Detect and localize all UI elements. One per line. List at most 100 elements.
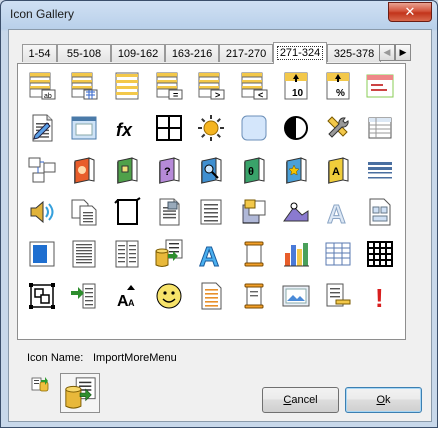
window-frame-icon[interactable] bbox=[66, 110, 102, 146]
wordart-blue-icon[interactable]: A bbox=[193, 236, 229, 272]
icon-name-value: ImportMoreMenu bbox=[93, 352, 177, 364]
page-corner-icon[interactable] bbox=[109, 194, 145, 230]
import-arrow-icon[interactable] bbox=[66, 278, 102, 314]
table-grid-blue-icon[interactable] bbox=[320, 236, 356, 272]
svg-text:!: ! bbox=[375, 283, 384, 311]
tab-label: 1-54 bbox=[28, 48, 51, 60]
table-grid-icon[interactable] bbox=[66, 68, 102, 104]
svg-text:A: A bbox=[332, 166, 340, 178]
book-face-icon[interactable] bbox=[66, 152, 102, 188]
bar-chart-icon[interactable] bbox=[278, 236, 314, 272]
chart-triangle-icon[interactable] bbox=[278, 194, 314, 230]
svg-text:ab: ab bbox=[44, 93, 52, 100]
report-page-icon[interactable] bbox=[66, 236, 102, 272]
grid-four-icon[interactable] bbox=[151, 110, 187, 146]
table-ab-icon[interactable]: ab bbox=[24, 68, 60, 104]
svg-text:fx: fx bbox=[116, 120, 133, 140]
table-less-icon[interactable]: < bbox=[236, 68, 272, 104]
window-title: Icon Gallery bbox=[10, 7, 75, 21]
svg-text:<: < bbox=[258, 90, 263, 100]
tab-label: 55-108 bbox=[66, 48, 102, 60]
group-objects-icon[interactable] bbox=[24, 278, 60, 314]
tab-325-378[interactable]: 325-378 bbox=[327, 44, 381, 62]
svg-text:A: A bbox=[199, 241, 219, 269]
close-button[interactable]: ✕ bbox=[388, 2, 432, 22]
picture-frame-icon[interactable] bbox=[278, 278, 314, 314]
import-more-menu-icon[interactable] bbox=[151, 236, 187, 272]
svg-text:>: > bbox=[215, 90, 220, 100]
cancel-rest: ancel bbox=[291, 394, 318, 406]
tab-163-216[interactable]: 163-216 bbox=[165, 44, 219, 62]
copy-documents-icon[interactable] bbox=[66, 194, 102, 230]
title-bar[interactable]: Icon Gallery ✕ bbox=[1, 1, 437, 28]
tab-label: 325-378 bbox=[333, 48, 375, 60]
tab-label: 109-162 bbox=[117, 48, 159, 60]
tab-label: 163-216 bbox=[171, 48, 213, 60]
rounded-square-icon[interactable] bbox=[236, 110, 272, 146]
tab-1-54[interactable]: 1-54 bbox=[22, 44, 57, 62]
report-columns-icon[interactable] bbox=[109, 236, 145, 272]
scroll-orange-icon[interactable] bbox=[236, 278, 272, 314]
icon-name-label: Icon Name: bbox=[27, 352, 84, 364]
tab-label: 271-324 bbox=[276, 46, 324, 60]
svg-text:A: A bbox=[128, 298, 135, 308]
book-theta-icon[interactable]: θ bbox=[236, 152, 272, 188]
database-diagram-icon[interactable] bbox=[24, 152, 60, 188]
tools-icon[interactable] bbox=[320, 110, 356, 146]
svg-text:=: = bbox=[173, 90, 178, 100]
lines-icon[interactable] bbox=[362, 152, 398, 188]
table-grid-dark-icon[interactable] bbox=[362, 236, 398, 272]
exclamation-icon[interactable]: ! bbox=[362, 278, 398, 314]
ok-rest: k bbox=[385, 394, 391, 406]
tab-217-270[interactable]: 217-270 bbox=[219, 44, 273, 62]
page-image-icon[interactable] bbox=[151, 194, 187, 230]
svg-text:A: A bbox=[327, 199, 346, 227]
tab-strip: 1-54 55-108 109-162 163-216 217-270 271-324 32… bbox=[22, 42, 411, 64]
icon-gallery-window: Icon Gallery ✕ 1-54 55-108 109-162 163-216 2… bbox=[0, 0, 438, 428]
tab-109-162[interactable]: 109-162 bbox=[111, 44, 165, 62]
document-orange-icon[interactable] bbox=[193, 278, 229, 314]
book-search-icon[interactable] bbox=[193, 152, 229, 188]
wordart-outline-icon[interactable]: A bbox=[320, 194, 356, 230]
svg-text:%: % bbox=[336, 88, 345, 99]
tab-55-108[interactable]: 55-108 bbox=[57, 44, 111, 62]
table-rows-icon[interactable] bbox=[109, 68, 145, 104]
text-page-icon[interactable] bbox=[193, 194, 229, 230]
function-icon[interactable]: fx bbox=[109, 110, 145, 146]
blue-square-icon[interactable] bbox=[24, 236, 60, 272]
svg-text:?: ? bbox=[164, 166, 171, 178]
table-equals-icon[interactable]: = bbox=[151, 68, 187, 104]
smiley-icon[interactable] bbox=[151, 278, 187, 314]
table-greater-icon[interactable]: > bbox=[193, 68, 229, 104]
book-letter-icon[interactable]: A bbox=[320, 152, 356, 188]
icon-grid-panel: ab = > <10% fx? θ A A A A A! bbox=[17, 63, 406, 340]
form-dialog-icon[interactable] bbox=[362, 68, 398, 104]
large-preview-icon bbox=[60, 373, 100, 413]
contrast-icon[interactable] bbox=[278, 110, 314, 146]
top-ten-icon[interactable]: 10 bbox=[278, 68, 314, 104]
scroll-icon[interactable] bbox=[236, 236, 272, 272]
tab-271-324[interactable]: 271-324 bbox=[273, 42, 327, 64]
small-preview-icon bbox=[31, 375, 49, 393]
tab-scroll-left-button[interactable]: ◀ bbox=[379, 44, 395, 61]
dialog-client-area: 1-54 55-108 109-162 163-216 217-270 271-324 32… bbox=[8, 29, 432, 422]
tab-label: 217-270 bbox=[225, 48, 267, 60]
document-layout-icon[interactable] bbox=[362, 194, 398, 230]
ok-button[interactable]: Ok bbox=[345, 387, 422, 413]
book-green-icon[interactable] bbox=[109, 152, 145, 188]
sun-icon[interactable] bbox=[193, 110, 229, 146]
book-star-icon[interactable] bbox=[278, 152, 314, 188]
ok-accel: O bbox=[376, 394, 386, 406]
sound-icon[interactable] bbox=[24, 194, 60, 230]
tab-scroll-right-button[interactable]: ▶ bbox=[395, 44, 411, 61]
cancel-button[interactable]: Cancel bbox=[262, 387, 339, 413]
svg-text:10: 10 bbox=[292, 88, 304, 99]
book-help-icon[interactable]: ? bbox=[151, 152, 187, 188]
svg-text:θ: θ bbox=[248, 166, 254, 178]
top-percent-icon[interactable]: % bbox=[320, 68, 356, 104]
table-small-icon[interactable] bbox=[362, 110, 398, 146]
file-cabinet-icon[interactable] bbox=[236, 194, 272, 230]
text-size-icon[interactable]: AA bbox=[109, 278, 145, 314]
edit-document-icon[interactable] bbox=[24, 110, 60, 146]
document-minus-icon[interactable] bbox=[320, 278, 356, 314]
